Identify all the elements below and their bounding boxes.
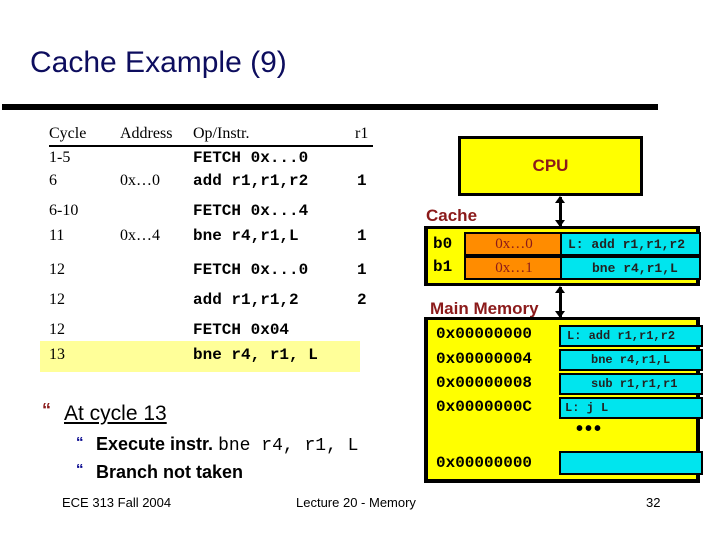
cell-op: bne r4,r1,L — [193, 227, 299, 245]
quote-bullet-icon: “ — [42, 400, 51, 420]
cell-op: add r1,r1,r2 — [193, 172, 309, 190]
cell-address: 0x…0 — [120, 172, 160, 189]
cell-op: bne r4, r1, L — [193, 346, 318, 364]
bullet-sub-branch: Branch not taken — [96, 462, 244, 482]
cache-label: Cache — [426, 206, 478, 225]
bullet-sub-execute: Execute instr. bne r4, r1, L — [96, 434, 359, 456]
cache-memory-arrow-icon — [555, 286, 565, 318]
quote-bullet-icon: “ — [76, 434, 84, 451]
cpu-label: CPU — [532, 156, 569, 175]
cell-op: FETCH 0x...4 — [193, 202, 309, 220]
cache-box: b0 0x…0 L: add r1,r1,r2 b1 0x…1 bne r4,r… — [424, 226, 701, 286]
cell-address: 0x…4 — [120, 227, 160, 244]
cache-block-label: b1 — [433, 258, 453, 276]
main-memory-box: 0x00000000 L: add r1,r1,r2 0x00000004 bn… — [424, 317, 703, 483]
footer-lecture: Lecture 20 - Memory — [296, 495, 416, 510]
cell-cycle: 13 — [49, 346, 65, 363]
cell-op: FETCH 0x...0 — [193, 149, 309, 167]
header-address: Address — [120, 125, 173, 142]
cell-r1: 2 — [357, 291, 367, 309]
memory-address: 0x00000000 — [436, 454, 533, 472]
header-cycle: Cycle — [49, 125, 87, 142]
header-underline — [49, 145, 373, 147]
memory-data — [559, 451, 703, 475]
cell-r1: 1 — [357, 227, 367, 245]
cell-cycle: 6 — [49, 172, 57, 189]
main-memory-label: Main Memory — [430, 299, 539, 318]
memory-data: bne r4,r1,L — [559, 349, 703, 371]
memory-address: 0x00000004 — [436, 350, 533, 368]
cell-cycle: 12 — [49, 261, 65, 278]
header-op: Op/Instr. — [193, 125, 250, 142]
memory-data: sub r1,r1,r1 — [559, 373, 703, 395]
memory-address: 0x00000008 — [436, 374, 533, 392]
cache-data: L: add r1,r1,r2 — [560, 232, 701, 256]
quote-bullet-icon: “ — [76, 461, 84, 478]
bullet-sub-text: Execute instr. — [96, 434, 219, 454]
cell-cycle: 6-10 — [49, 202, 79, 219]
memory-data: L: j L — [559, 397, 703, 419]
cell-cycle: 1-5 — [49, 149, 71, 166]
title-divider — [2, 104, 658, 110]
cache-tag: 0x…1 — [464, 256, 564, 280]
ellipsis-icon: ••• — [576, 418, 604, 440]
cell-cycle: 12 — [49, 291, 65, 308]
footer-course: ECE 313 Fall 2004 — [62, 495, 172, 510]
cpu-cache-arrow-icon — [555, 196, 565, 227]
page-number: 32 — [646, 495, 661, 510]
slide-title: Cache Example (9) — [30, 46, 287, 79]
cache-block-label: b0 — [433, 235, 453, 253]
bullet-main: At cycle 13 — [64, 402, 167, 425]
cache-data: bne r4,r1,L — [560, 256, 701, 280]
memory-data: L: add r1,r1,r2 — [559, 325, 703, 347]
memory-address: 0x0000000C — [436, 398, 533, 416]
cell-r1: 1 — [357, 172, 367, 190]
cpu-box: CPU — [458, 136, 643, 196]
cell-op: FETCH 0x...0 — [193, 261, 309, 279]
cell-cycle: 12 — [49, 321, 65, 338]
bullet-sub-code: bne r4, r1, L — [218, 436, 359, 456]
memory-address: 0x00000000 — [436, 325, 533, 343]
cell-op: FETCH 0x04 — [193, 321, 290, 339]
cell-r1: 1 — [357, 261, 367, 279]
cell-op: add r1,r1,2 — [193, 291, 299, 309]
header-r1: r1 — [355, 125, 369, 142]
cell-cycle: 11 — [49, 227, 65, 244]
cache-tag: 0x…0 — [464, 232, 564, 256]
